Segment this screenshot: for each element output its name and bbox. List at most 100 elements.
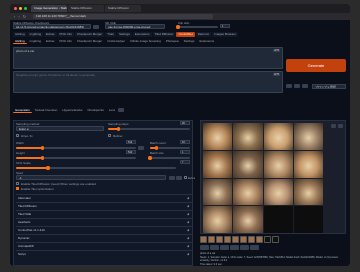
clip-skip-input[interactable]: 1 (220, 24, 230, 28)
tab-png-info-top[interactable]: PNG Info (57, 32, 74, 37)
save-icon[interactable] (210, 245, 219, 250)
tab-controlnet-top[interactable]: ControlNet (176, 32, 195, 37)
refresh-model-button[interactable] (93, 24, 99, 29)
random-seed-dice-icon[interactable] (169, 175, 175, 180)
tab-deforum-top[interactable]: Deforum (195, 32, 212, 37)
tab-civitai[interactable]: Civitai Helper (105, 39, 127, 44)
reload-icon[interactable]: ↻ (23, 14, 26, 19)
clip-skip-slider[interactable] (176, 25, 218, 29)
sampling-method-select[interactable]: Euler a (16, 126, 104, 131)
height-input[interactable]: 512 (126, 150, 136, 154)
gallery-image[interactable] (263, 178, 293, 206)
gallery-image[interactable] (233, 123, 263, 150)
tab-image-browsing[interactable]: Infinite image browsing (128, 39, 163, 44)
tab-extensions[interactable]: Extensions (197, 39, 216, 44)
accordion-dynamic[interactable]: Dynamic ◀ (16, 234, 192, 241)
gallery-thumbnail[interactable] (216, 236, 223, 243)
refiner-checkbox[interactable] (108, 134, 111, 137)
gallery-image[interactable] (293, 178, 323, 206)
batch-count-slider[interactable] (150, 146, 190, 150)
gallery-image[interactable] (293, 150, 323, 178)
reuse-seed-recycle-icon[interactable] (176, 175, 182, 180)
back-icon[interactable]: ‹ (14, 14, 15, 19)
styles-select[interactable]: プロンプト選択 (312, 84, 346, 89)
browser-tab[interactable]: Stable Diffusion (68, 5, 104, 12)
extra-seed-checkbox[interactable] (184, 176, 187, 179)
width-slider[interactable] (16, 146, 136, 150)
tiler-optimization-checkbox[interactable] (16, 187, 19, 190)
close-window-icon[interactable] (14, 7, 17, 10)
sampling-steps-slider[interactable] (108, 127, 190, 131)
gallery-image[interactable] (233, 150, 263, 178)
height-slider[interactable] (16, 156, 136, 160)
batch-size-input[interactable]: 1 (180, 150, 190, 154)
tiled-diffusion-checkbox[interactable] (16, 182, 19, 185)
maximize-window-icon[interactable] (24, 7, 27, 10)
swap-dimensions-button[interactable] (138, 146, 144, 150)
tab-settings-top[interactable]: Settings (116, 32, 132, 37)
tab-photopea[interactable]: Photopea (164, 39, 181, 44)
gallery-image[interactable] (233, 178, 263, 206)
generate-button[interactable]: Generate (286, 59, 346, 72)
gallery-thumbnail[interactable] (224, 236, 231, 243)
open-folder-icon[interactable] (200, 245, 209, 250)
accordion-aesthetic[interactable]: Aesthetic ◀ (16, 218, 192, 225)
gallery-thumbnail[interactable] (208, 236, 215, 243)
image-grid[interactable] (203, 123, 323, 233)
tab-txt2img-top[interactable]: txt2img (13, 32, 27, 37)
zip-icon[interactable] (220, 245, 229, 250)
negative-prompt-input[interactable]: Negative prompt (press Ctrl+Enter or Alt… (13, 71, 283, 93)
gallery-image[interactable] (293, 123, 323, 150)
gallery-image[interactable] (203, 178, 233, 206)
gallery-image[interactable] (203, 150, 233, 178)
gallery-image[interactable] (203, 206, 233, 233)
fullscreen-icon[interactable] (331, 124, 336, 128)
accordion-script[interactable]: Script ◀ (16, 250, 192, 257)
tab-settings[interactable]: Settings (182, 39, 197, 44)
gallery-thumbnail[interactable] (256, 236, 263, 243)
batch-count-input[interactable]: 16 (180, 140, 190, 144)
style-apply-button[interactable] (302, 84, 308, 88)
sampling-steps-input[interactable]: 20 (180, 121, 190, 125)
vae-select[interactable]: vae-ft-mse-840000-ema-pruned (105, 24, 165, 29)
tab-lora[interactable]: Lora (107, 108, 117, 113)
close-icon[interactable] (338, 124, 343, 128)
accordion-animatediff[interactable]: AnimateDiff ◀ (16, 242, 192, 249)
gallery-thumbnail[interactable] (264, 236, 271, 243)
gallery-image[interactable] (263, 206, 293, 233)
tab-tiled-top[interactable]: Tiled Diffusion (152, 32, 176, 37)
gallery-image[interactable] (203, 123, 233, 150)
tab-png-info[interactable]: PNG Info (58, 39, 74, 44)
accordion-tiled-diffusion[interactable]: Tiled Diffusion ◀ (16, 202, 192, 209)
cfg-scale-input[interactable]: 7 (180, 160, 190, 164)
hires-fix-checkbox[interactable] (16, 134, 19, 137)
prompt-input[interactable]: photo of a cat 4/75 (13, 47, 283, 69)
tab-extras-top[interactable]: Extras (44, 32, 57, 37)
model-select[interactable]: sd-v1-5-pruned-emaonly.safetensors [6ce0… (13, 24, 91, 29)
gallery-thumbnail[interactable] (232, 236, 239, 243)
minimize-window-icon[interactable] (19, 7, 22, 10)
gallery-image[interactable] (263, 150, 293, 178)
accordion-alternator[interactable]: Alternator ◀ (16, 194, 192, 201)
batch-size-slider[interactable] (148, 156, 190, 160)
gallery-thumbnail[interactable] (248, 236, 255, 243)
trash-button[interactable] (294, 84, 300, 88)
address-input[interactable]: 192.168.11.220:7860/?__theme=dark (33, 14, 214, 19)
tab-extras[interactable]: Extras (44, 39, 57, 44)
read-params-button[interactable] (286, 84, 292, 88)
tab-extensions-top[interactable]: Extensions (132, 32, 152, 37)
accordion-tiled-vae[interactable]: Tiled VAE ◀ (16, 210, 192, 217)
tab-img2img-top[interactable]: img2img (27, 32, 44, 37)
tab-merger-top[interactable]: Checkpoint Merger (74, 32, 105, 37)
width-input[interactable]: 512 (126, 140, 136, 144)
gallery-thumbnail[interactable] (272, 236, 279, 243)
tab-checkpoints[interactable]: Checkpoints (85, 108, 106, 113)
send-to-img2img-icon[interactable] (230, 245, 239, 250)
forward-icon[interactable]: › (18, 14, 19, 19)
tab-textual-inversion[interactable]: Textual Inversion (33, 108, 60, 113)
seed-input[interactable]: -1 (16, 175, 166, 180)
send-to-extras-icon[interactable] (250, 245, 259, 250)
tab-img2img[interactable]: img2img (28, 39, 43, 44)
tab-train-top[interactable]: Train (105, 32, 116, 37)
extra-networks-refresh-button[interactable] (117, 108, 124, 112)
